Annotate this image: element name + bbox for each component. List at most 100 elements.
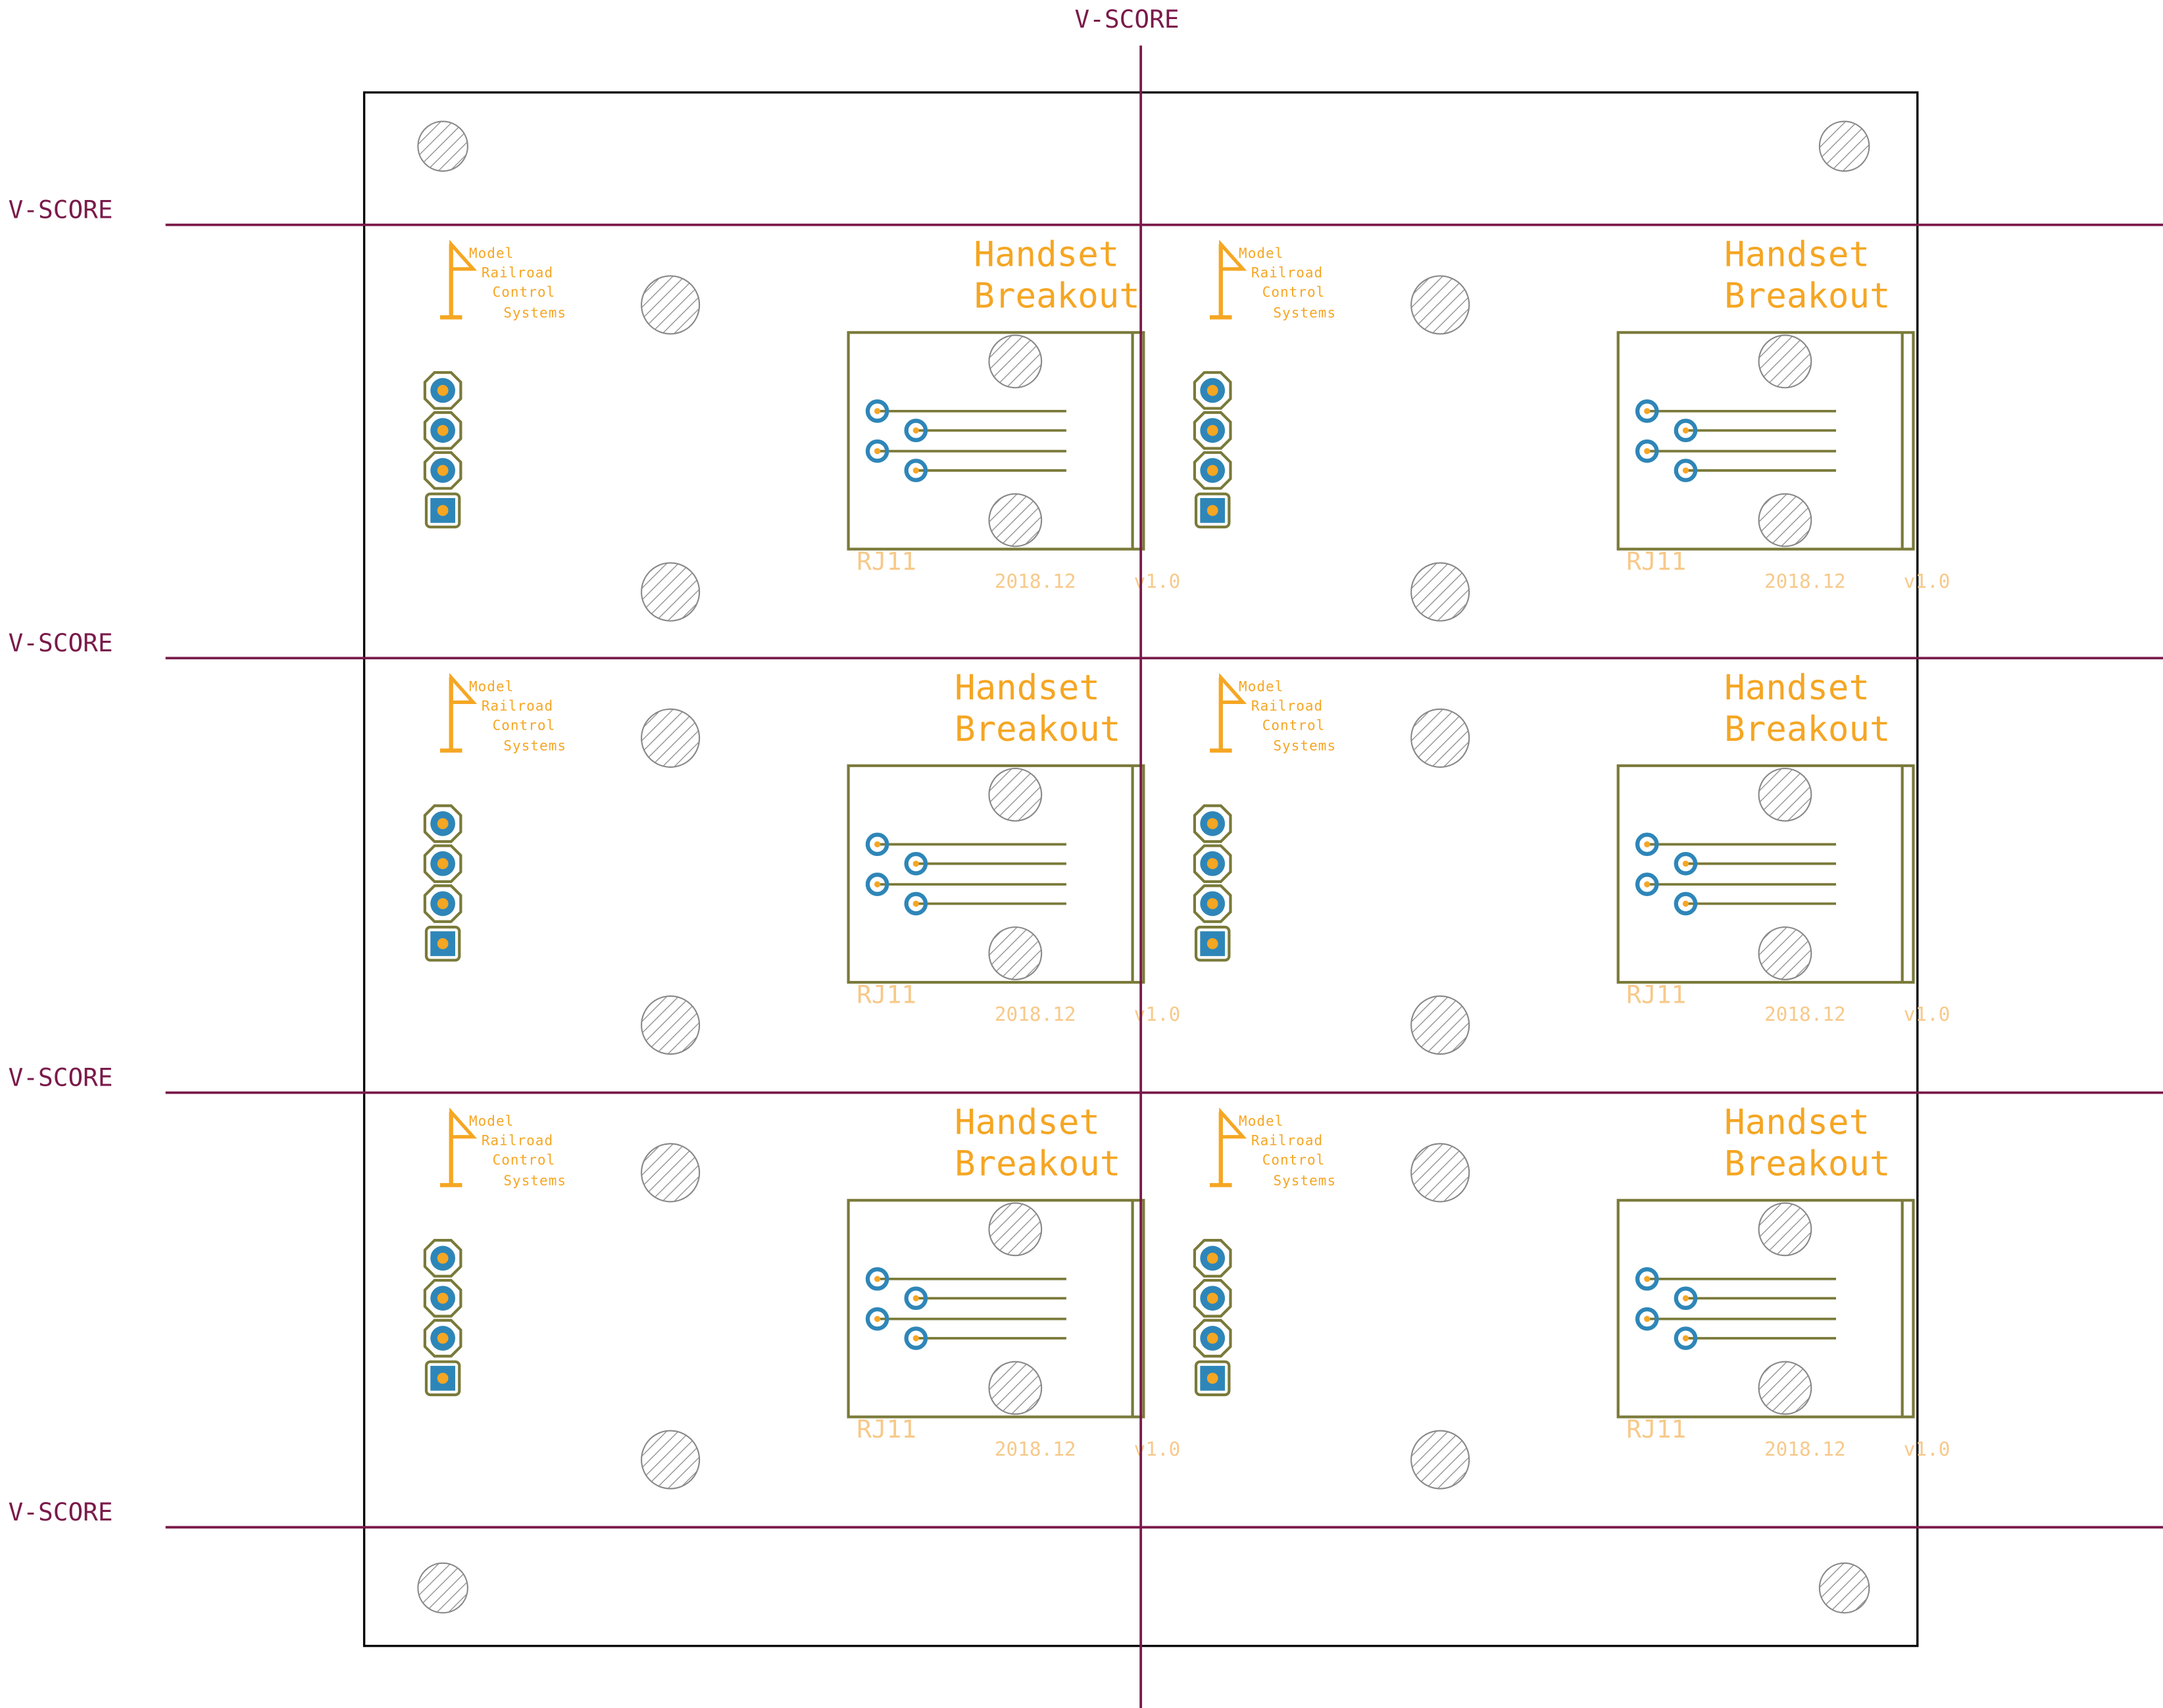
header-drill [1206, 1292, 1218, 1304]
rj11-contact-drill [874, 881, 881, 888]
logo-text-line: Systems [503, 305, 566, 320]
board-title-line1: Handset [974, 235, 1119, 275]
logo-text-line: Control [493, 284, 556, 300]
rj11-contact-drill [1682, 861, 1689, 867]
logo-text-line: Model [1239, 679, 1283, 695]
mounting-hole-icon [1410, 1430, 1470, 1490]
rj11-contact-drill [874, 1276, 881, 1282]
rj11-contact-drill [1644, 448, 1651, 455]
board-title-line2: Breakout [955, 1144, 1120, 1184]
header-drill [1206, 1332, 1218, 1344]
railroad-signal-logo-icon [1210, 1107, 1247, 1188]
tooling-hole-icon [417, 1562, 468, 1614]
board-date: 2018.12 [1764, 570, 1846, 592]
header-drill [437, 505, 449, 516]
rj11-contact-drill [1682, 427, 1689, 434]
rj11-peg-hole-icon [1758, 334, 1812, 389]
rj11-contact-drill [874, 1316, 881, 1322]
pin-header-4 [1193, 371, 1232, 529]
header-drill [1206, 424, 1218, 436]
logo-text-line: Systems [1273, 738, 1336, 754]
mounting-hole-icon [641, 1143, 701, 1203]
board-date: 2018.12 [1764, 1438, 1846, 1460]
rj11-footprint [847, 764, 1145, 984]
railroad-signal-logo-icon [1210, 672, 1247, 753]
rj11-contact-drill [912, 900, 919, 907]
board-title-line1: Handset [1724, 1103, 1870, 1143]
rj11-footprint [847, 1199, 1145, 1419]
logo-text-line: Control [493, 717, 556, 733]
logo-text-line: Railroad [482, 264, 553, 280]
logo-text-line: Model [1239, 245, 1283, 261]
rj11-footprint [1616, 1199, 1915, 1419]
header-drill [437, 1292, 449, 1304]
tooling-hole-icon [1818, 1562, 1870, 1614]
board-title-line1: Handset [955, 1103, 1100, 1143]
rj11-contact-drill [1644, 1316, 1651, 1322]
header-drill [1206, 1372, 1218, 1384]
tooling-hole-icon [417, 120, 468, 172]
rj11-contact-drill [874, 448, 881, 455]
pin-header-4 [1193, 1239, 1232, 1397]
vscore-label: V-SCORE [9, 1063, 113, 1092]
rj11-contact-drill [1644, 841, 1651, 847]
rj11-contact-drill [1682, 467, 1689, 474]
rj11-peg-hole-icon [988, 493, 1043, 547]
logo-text-line: Systems [503, 1172, 566, 1188]
header-drill [1206, 898, 1218, 909]
logo-text-line: Control [1262, 284, 1326, 300]
rj11-refdes: RJ11 [1626, 980, 1686, 1009]
header-drill [437, 424, 449, 436]
rj11-refdes: RJ11 [857, 980, 916, 1009]
header-drill [437, 385, 449, 396]
rj11-refdes: RJ11 [857, 547, 916, 576]
rj11-peg-hole-icon [1758, 1361, 1812, 1415]
board-title-line2: Breakout [955, 709, 1120, 749]
logo-text-line: Railroad [482, 1132, 553, 1148]
rj11-peg-hole-icon [988, 1361, 1043, 1415]
board-version: v1.0 [1904, 570, 1951, 592]
mounting-hole-icon [641, 1430, 701, 1490]
rj11-footprint [1616, 331, 1915, 551]
rj11-contact-drill [1644, 1276, 1651, 1282]
rj11-contact-drill [1682, 900, 1689, 907]
rj11-refdes: RJ11 [857, 1415, 916, 1444]
rj11-contact-drill [912, 1295, 919, 1301]
header-drill [437, 818, 449, 830]
rj11-peg-hole-icon [1758, 493, 1812, 547]
rj11-contact-drill [1644, 408, 1651, 414]
rj11-footprint [1616, 764, 1915, 984]
rj11-footprint [847, 331, 1145, 551]
rj11-peg-hole-icon [988, 334, 1043, 389]
logo-text-line: Model [469, 679, 514, 695]
logo-text-line: Railroad [1251, 264, 1323, 280]
mounting-hole-icon [1410, 562, 1470, 622]
rj11-contact-drill [912, 467, 919, 474]
logo-text-line: Systems [1273, 1172, 1336, 1188]
board-title-line2: Breakout [1724, 709, 1890, 749]
header-drill [437, 1372, 449, 1384]
board-title-line1: Handset [955, 668, 1100, 708]
rj11-peg-hole-icon [1758, 767, 1812, 822]
rj11-peg-hole-icon [988, 1202, 1043, 1257]
railroad-signal-logo-icon [1210, 239, 1247, 320]
vscore-label: V-SCORE [9, 1497, 113, 1526]
header-drill [437, 858, 449, 870]
railroad-signal-logo-icon [439, 672, 478, 753]
mounting-hole-icon [641, 995, 701, 1055]
board-title-line2: Breakout [1724, 1144, 1890, 1184]
board-date: 2018.12 [995, 570, 1076, 592]
header-drill [1206, 465, 1218, 476]
logo-text-line: Systems [503, 738, 566, 754]
mounting-hole-icon [641, 708, 701, 768]
rj11-contact-drill [874, 408, 881, 414]
logo-text-line: Control [493, 1152, 556, 1168]
breakout-board: Model Railroad Control Systems HandsetBreako… [1193, 1103, 1950, 1490]
logo-text-line: Control [1262, 1152, 1326, 1168]
rj11-contact-drill [1682, 1335, 1689, 1342]
rj11-contact-drill [874, 841, 881, 847]
pin-header-4 [423, 804, 462, 962]
pcb-panel-drawing: ModelRailroadControlSystemsHandsetBreako… [9, 5, 2163, 1708]
mounting-hole-icon [1410, 995, 1470, 1055]
mounting-hole-icon [1410, 275, 1470, 335]
